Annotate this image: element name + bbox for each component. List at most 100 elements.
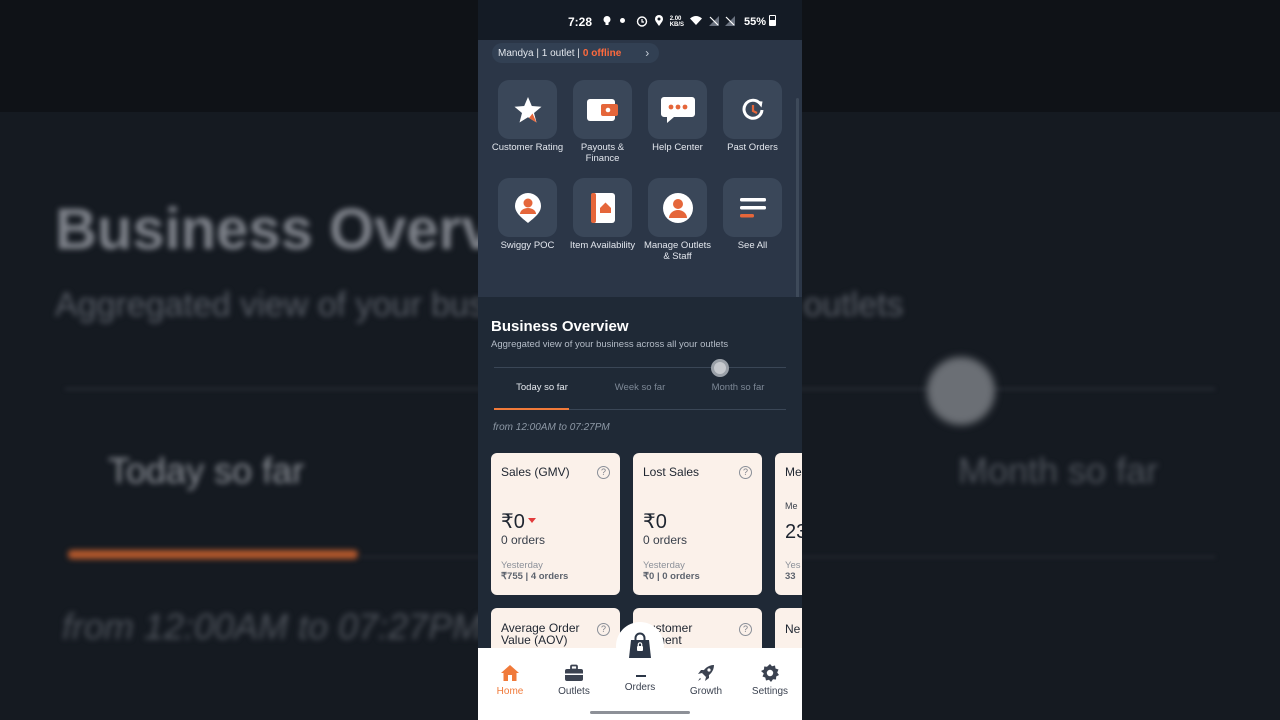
- status-bar: 7:28 2.00 KB/S 55%: [478, 0, 802, 40]
- quick-actions-grid: Customer Rating Payouts & Finance Help C…: [490, 80, 790, 262]
- action-label: Past Orders: [727, 142, 778, 153]
- overview-title: Business Overview: [491, 318, 629, 335]
- action-label: Item Availability: [569, 240, 636, 251]
- wallet-icon: [573, 80, 632, 139]
- card-title: Lost Sales: [643, 465, 700, 479]
- nav-settings[interactable]: Settings: [738, 663, 802, 697]
- sales-value: ₹0: [501, 511, 525, 533]
- outlet-summary: Mandya | 1 outlet |: [498, 47, 580, 59]
- bag-lock-icon: [629, 632, 651, 658]
- battery-icon: [769, 15, 776, 26]
- signal-icon-2: [724, 16, 735, 26]
- location-icon: [654, 15, 663, 26]
- outlet-selector[interactable]: Mandya | 1 outlet | 0 offline ›: [492, 43, 660, 63]
- nav-label: Settings: [751, 686, 789, 697]
- help-icon[interactable]: ?: [739, 623, 752, 636]
- nav-label: Orders: [624, 682, 656, 693]
- list-icon: [723, 178, 782, 237]
- card-value: ₹0: [501, 509, 536, 534]
- action-label: Manage Outlets & Staff: [643, 240, 712, 262]
- action-manage-outlets-staff[interactable]: Manage Outlets & Staff: [640, 178, 715, 262]
- trend-down-icon: [527, 518, 536, 524]
- card-lost-sales[interactable]: Lost Sales ? ₹0 0 orders Yesterday ₹0 | …: [633, 453, 762, 595]
- action-label: Swiggy POC: [500, 240, 555, 251]
- period-divider: [494, 367, 786, 368]
- status-time: 7:28: [568, 15, 593, 29]
- bg-knob: [927, 357, 995, 425]
- yesterday-label: Yesterday: [643, 560, 685, 571]
- tab-week[interactable]: Week so far: [592, 382, 688, 393]
- help-icon[interactable]: ?: [739, 466, 752, 479]
- nav-orders[interactable]: Orders: [608, 682, 672, 693]
- nav-label: Home: [496, 686, 524, 697]
- chevron-right-icon: ›: [645, 46, 650, 60]
- dot-icon: [619, 18, 625, 23]
- yesterday-value: 33: [785, 571, 796, 582]
- action-help-center[interactable]: Help Center: [640, 80, 715, 164]
- yesterday-label: Yes: [785, 560, 801, 571]
- nav-label: Growth: [689, 686, 723, 697]
- orders-fab[interactable]: [616, 622, 664, 670]
- nav-home[interactable]: Home: [478, 663, 542, 697]
- overview-subtitle: Aggregated view of your business across …: [491, 339, 729, 350]
- action-customer-rating[interactable]: Customer Rating: [490, 80, 565, 164]
- alarm-icon: [636, 16, 647, 27]
- card-sales-gmv[interactable]: Sales (GMV) ? ₹0 0 orders Yesterday ₹755…: [491, 453, 620, 595]
- card-orders: 0 orders: [643, 533, 688, 547]
- nav-growth[interactable]: Growth: [674, 663, 738, 697]
- period-tabs: Today so far Week so far Month so far: [494, 382, 786, 393]
- tab-today[interactable]: Today so far: [494, 382, 590, 393]
- tab-month[interactable]: Month so far: [690, 382, 786, 393]
- card-sub: Me: [785, 501, 798, 511]
- yesterday-value: ₹0 | 0 orders: [643, 571, 700, 582]
- gesture-bar[interactable]: [590, 711, 690, 714]
- action-payouts-finance[interactable]: Payouts & Finance: [565, 80, 640, 164]
- status-icons: [602, 15, 612, 28]
- phone-screen: 7:28 2.00 KB/S 55% Mandya | 1 outlet | 0…: [478, 0, 802, 720]
- action-past-orders[interactable]: Past Orders: [715, 80, 790, 164]
- help-icon[interactable]: ?: [597, 466, 610, 479]
- quick-actions-panel: Mandya | 1 outlet | 0 offline › Customer…: [478, 40, 802, 336]
- card-partial-third[interactable]: Me Me 23 Yes 33: [775, 453, 802, 595]
- rocket-icon: [674, 663, 738, 683]
- yesterday-label: Yesterday: [501, 560, 543, 571]
- card-orders: 0 orders: [501, 533, 546, 547]
- card-title: Me: [785, 465, 802, 479]
- card-title: Sales (GMV): [501, 465, 570, 479]
- card-value: ₹0: [643, 511, 667, 533]
- action-label: See All: [737, 240, 768, 251]
- bg-today-tab: Today so far: [108, 450, 305, 491]
- action-item-availability[interactable]: Item Availability: [565, 178, 640, 262]
- chat-bubble-icon: [648, 80, 707, 139]
- action-label: Customer Rating: [491, 142, 564, 153]
- gear-icon: [738, 663, 802, 683]
- person-icon: [648, 178, 707, 237]
- yesterday-value: ₹755 | 4 orders: [501, 571, 569, 582]
- person-pin-icon: [498, 178, 557, 237]
- help-icon[interactable]: ?: [597, 623, 610, 636]
- nav-outlets[interactable]: Outlets: [542, 663, 606, 697]
- nav-label: Outlets: [558, 686, 590, 697]
- notification-icon: [603, 16, 611, 25]
- bg-month-tab: Month so far: [958, 450, 1159, 491]
- briefcase-icon: [542, 663, 606, 683]
- offline-count: 0 offline: [582, 47, 622, 59]
- menu-book-icon: [573, 178, 632, 237]
- battery-level: 55%: [743, 16, 766, 28]
- net-speed: 2.00 KB/S: [669, 16, 685, 28]
- signal-icon: [708, 16, 719, 26]
- orders-dash: [636, 675, 646, 677]
- business-overview: Business Overview Aggregated view of you…: [478, 297, 802, 668]
- home-icon: [478, 663, 542, 683]
- action-label: Help Center: [652, 142, 703, 153]
- time-range: from 12:00AM to 07:27PM: [493, 422, 610, 433]
- tab-track: [569, 409, 786, 410]
- wifi-icon: [689, 16, 702, 25]
- bg-range-text: from 12:00AM to 07:27PM: [62, 606, 483, 647]
- card-title: Ne: [785, 622, 801, 636]
- card-title: Average Order Value (AOV): [501, 621, 580, 647]
- action-see-all[interactable]: See All: [715, 178, 790, 262]
- star-icon: [498, 80, 557, 139]
- touch-indicator: [711, 359, 729, 377]
- action-swiggy-poc[interactable]: Swiggy POC: [490, 178, 565, 262]
